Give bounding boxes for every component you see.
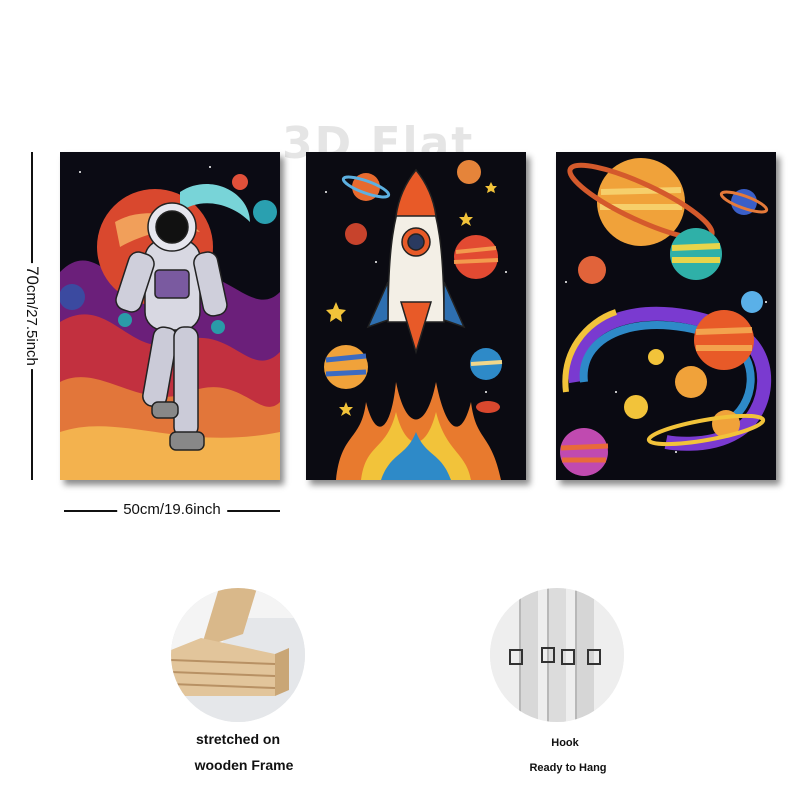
hook-caption-line2: Ready to Hang: [529, 762, 607, 774]
width-dimension: 50cm/19.6inch: [64, 500, 280, 520]
canvas-panel-astronaut[interactable]: [60, 152, 280, 480]
height-dimension-label: 70cm/27.5inch: [22, 263, 42, 369]
width-dimension-label: 50cm/19.6inch: [117, 501, 227, 518]
canvas-panel-rocket[interactable]: [306, 152, 526, 480]
hook-image: [490, 588, 624, 722]
height-value: 70: [23, 266, 42, 286]
hook-photo: [490, 588, 624, 722]
frame-caption-line2: wooden Frame: [194, 757, 294, 773]
hook-caption-line1: Hook: [551, 737, 579, 749]
rocket-artwork: [306, 152, 526, 480]
height-unit: cm/27.5inch: [23, 285, 40, 366]
planets-artwork: [556, 152, 776, 480]
canvas-panel-planets[interactable]: [556, 152, 776, 480]
astronaut-artwork: [60, 152, 280, 480]
wooden-frame-photo: [171, 588, 305, 722]
frame-caption-line1: stretched on: [195, 731, 281, 747]
wooden-frame-image: [171, 588, 305, 722]
height-dimension: 70cm/27.5inch: [22, 152, 42, 480]
